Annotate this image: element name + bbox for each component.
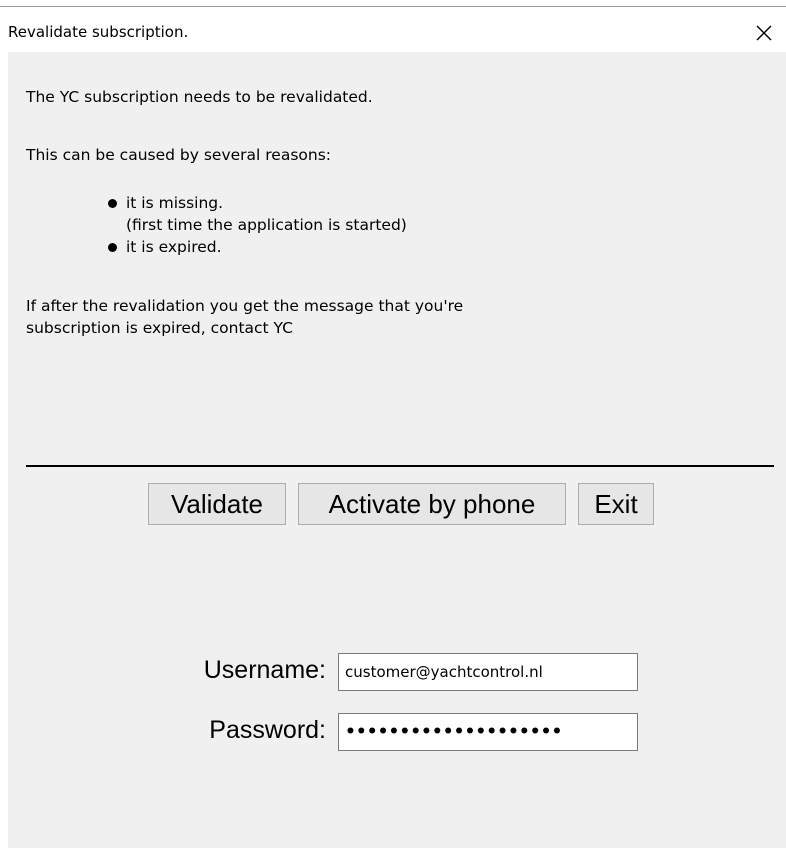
- username-label: Username:: [203, 656, 326, 684]
- window-title: Revalidate subscription.: [8, 23, 189, 41]
- close-icon: [756, 25, 772, 41]
- separator-line: [26, 465, 774, 467]
- reason-missing-detail: (first time the application is started): [126, 216, 407, 234]
- footer-line-1: If after the revalidation you get the me…: [26, 297, 464, 315]
- password-field[interactable]: ••••••••••••••••••••: [338, 713, 638, 751]
- revalidate-dialog: Revalidate subscription. The YC subscrip…: [0, 0, 786, 848]
- activate-by-phone-button[interactable]: Activate by phone: [298, 483, 566, 525]
- password-label: Password:: [209, 716, 326, 744]
- title-bar[interactable]: Revalidate subscription.: [0, 0, 786, 52]
- bullet-icon: [108, 243, 117, 252]
- close-button[interactable]: [742, 14, 786, 50]
- footer-line-2: subscription is expired, contact YC: [26, 319, 293, 337]
- reason-expired: it is expired.: [126, 238, 222, 256]
- message-line-1: The YC subscription needs to be revalida…: [26, 88, 373, 106]
- validate-button[interactable]: Validate: [148, 483, 286, 525]
- username-field[interactable]: customer@yachtcontrol.nl: [338, 653, 638, 691]
- exit-button[interactable]: Exit: [578, 483, 654, 525]
- dialog-body: The YC subscription needs to be revalida…: [8, 52, 786, 848]
- reason-missing: it is missing.: [126, 194, 224, 212]
- message-line-2: This can be caused by several reasons:: [26, 146, 332, 164]
- bullet-icon: [108, 199, 117, 208]
